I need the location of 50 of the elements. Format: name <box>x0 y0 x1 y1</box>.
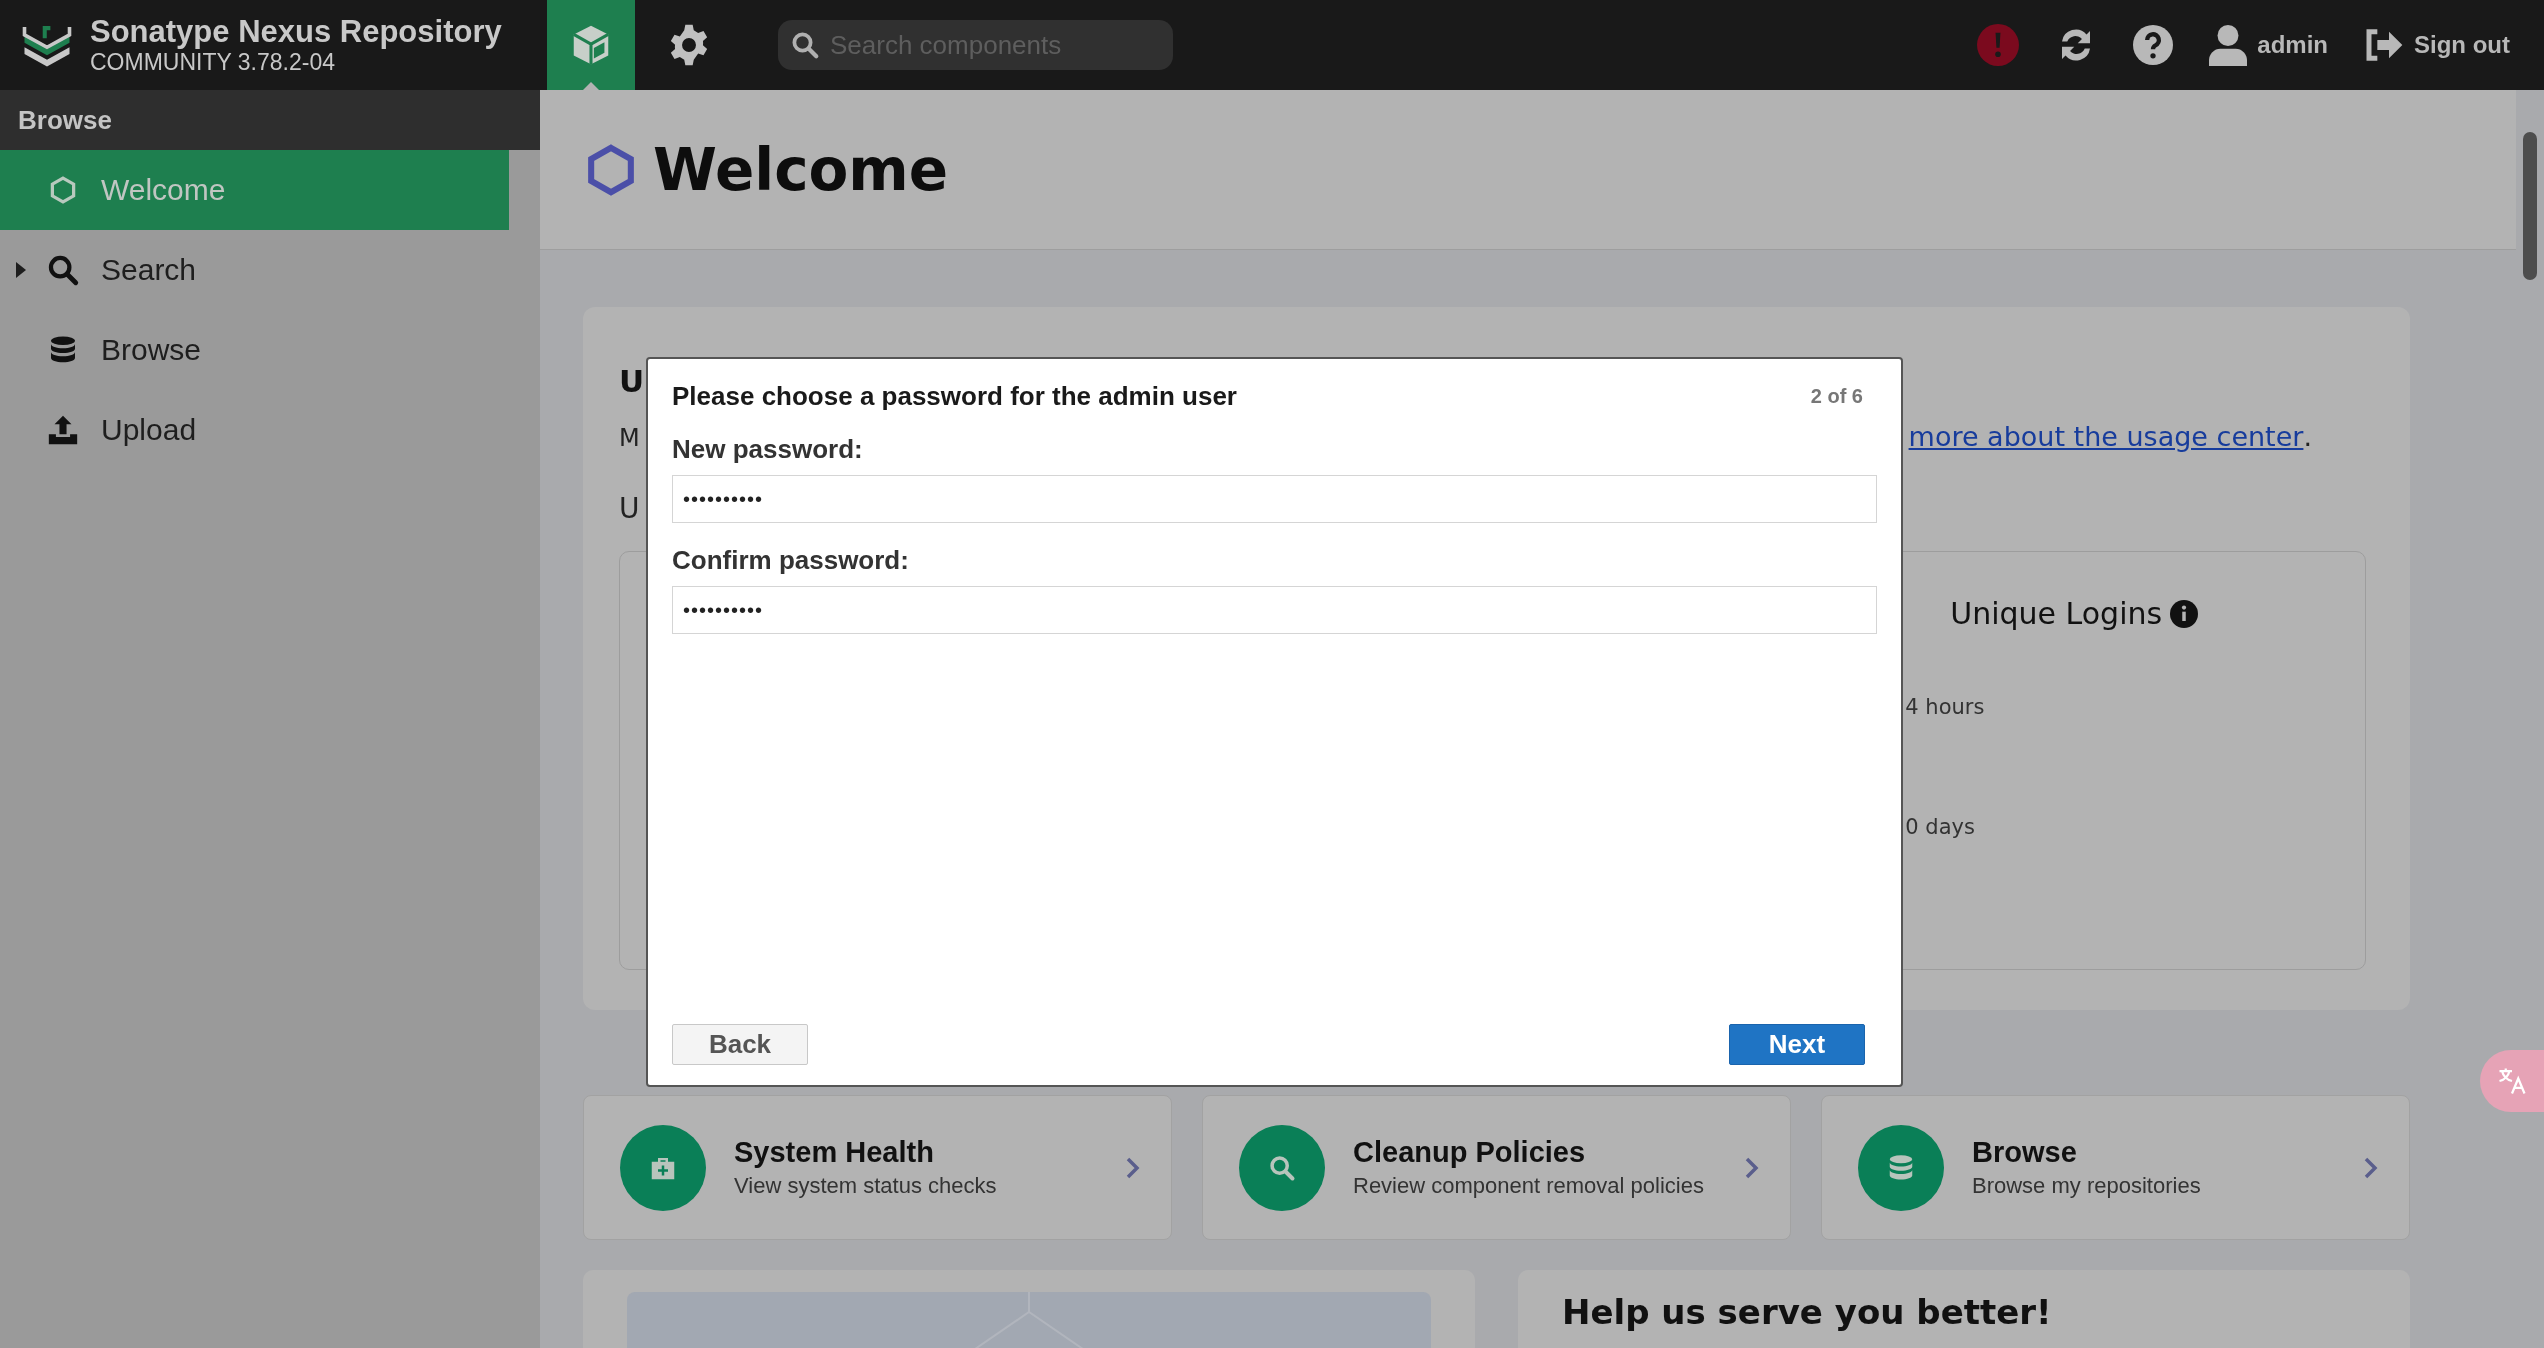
field-label: Confirm password: <box>672 545 910 576</box>
upload-icon <box>46 413 80 447</box>
sidebar-title: Browse <box>0 90 540 150</box>
action-subtitle: View system status checks <box>734 1173 998 1199</box>
next-button[interactable]: Next <box>1729 1024 1865 1065</box>
translate-icon <box>2497 1066 2527 1096</box>
product-version: COMMUNITY 3.78.2-04 <box>90 49 336 75</box>
field-label: New password: <box>672 434 864 465</box>
description-text: M <box>619 424 640 452</box>
expand-icon[interactable] <box>16 262 26 278</box>
action-title: Browse <box>1972 1136 2078 1169</box>
section-title: U <box>619 492 640 525</box>
action-subtitle: Browse my repositories <box>1972 1173 2202 1199</box>
action-card[interactable]: Cleanup Policies Review component removal policies <box>1202 1095 1791 1240</box>
sidebar-item[interactable]: Search <box>0 230 509 310</box>
user-menu[interactable]: admin <box>2209 24 2328 66</box>
card-title: U <box>619 363 645 399</box>
scrollbar[interactable] <box>2516 90 2544 1348</box>
user-icon <box>2209 24 2248 66</box>
sidebar-item[interactable]: Upload <box>0 390 509 470</box>
chevron-icon <box>1125 1155 1141 1180</box>
sidebar-item[interactable]: Browse <box>0 310 509 390</box>
card-title: Help us serve you better! <box>1562 1292 2052 1332</box>
info-icon[interactable] <box>2170 599 2199 628</box>
action-card[interactable]: System Health View system status checks <box>583 1095 1172 1240</box>
page-title: Welcome <box>653 135 949 204</box>
action-title: System Health <box>734 1136 935 1169</box>
metric-label: 4 hours <box>1904 695 1986 719</box>
password-field[interactable]: •••••••••• <box>672 475 1877 523</box>
step-counter: 2 of 6 <box>1810 385 1864 408</box>
password-field[interactable]: •••••••••• <box>672 586 1877 634</box>
chevron-icon <box>1744 1155 1760 1180</box>
action-subtitle: Review component removal policies <box>1353 1173 1705 1199</box>
punctuation-text: . <box>2303 421 2312 452</box>
product-name: Sonatype Nexus Repository <box>90 15 502 49</box>
chevron-icon <box>2363 1155 2379 1180</box>
sign-out-icon <box>2364 27 2404 63</box>
metric-title: Unique Logins <box>1950 596 2163 631</box>
help-icon[interactable] <box>2133 25 2174 65</box>
search-icon <box>1268 1153 1296 1182</box>
usage-center-link[interactable]: more about the usage center <box>1908 421 2304 452</box>
search-icon <box>790 30 820 60</box>
sign-out-button[interactable]: Sign out <box>2364 27 2510 63</box>
action-title: Cleanup Policies <box>1353 1136 1587 1169</box>
hexagon-icon <box>48 175 78 205</box>
dialog-title: Please choose a password for the admin user <box>672 381 1237 412</box>
back-button[interactable]: Back <box>672 1024 808 1065</box>
action-card[interactable]: Browse Browse my repositories <box>1821 1095 2410 1240</box>
metric-label: 0 days <box>1904 815 1976 839</box>
search-icon <box>46 253 80 287</box>
